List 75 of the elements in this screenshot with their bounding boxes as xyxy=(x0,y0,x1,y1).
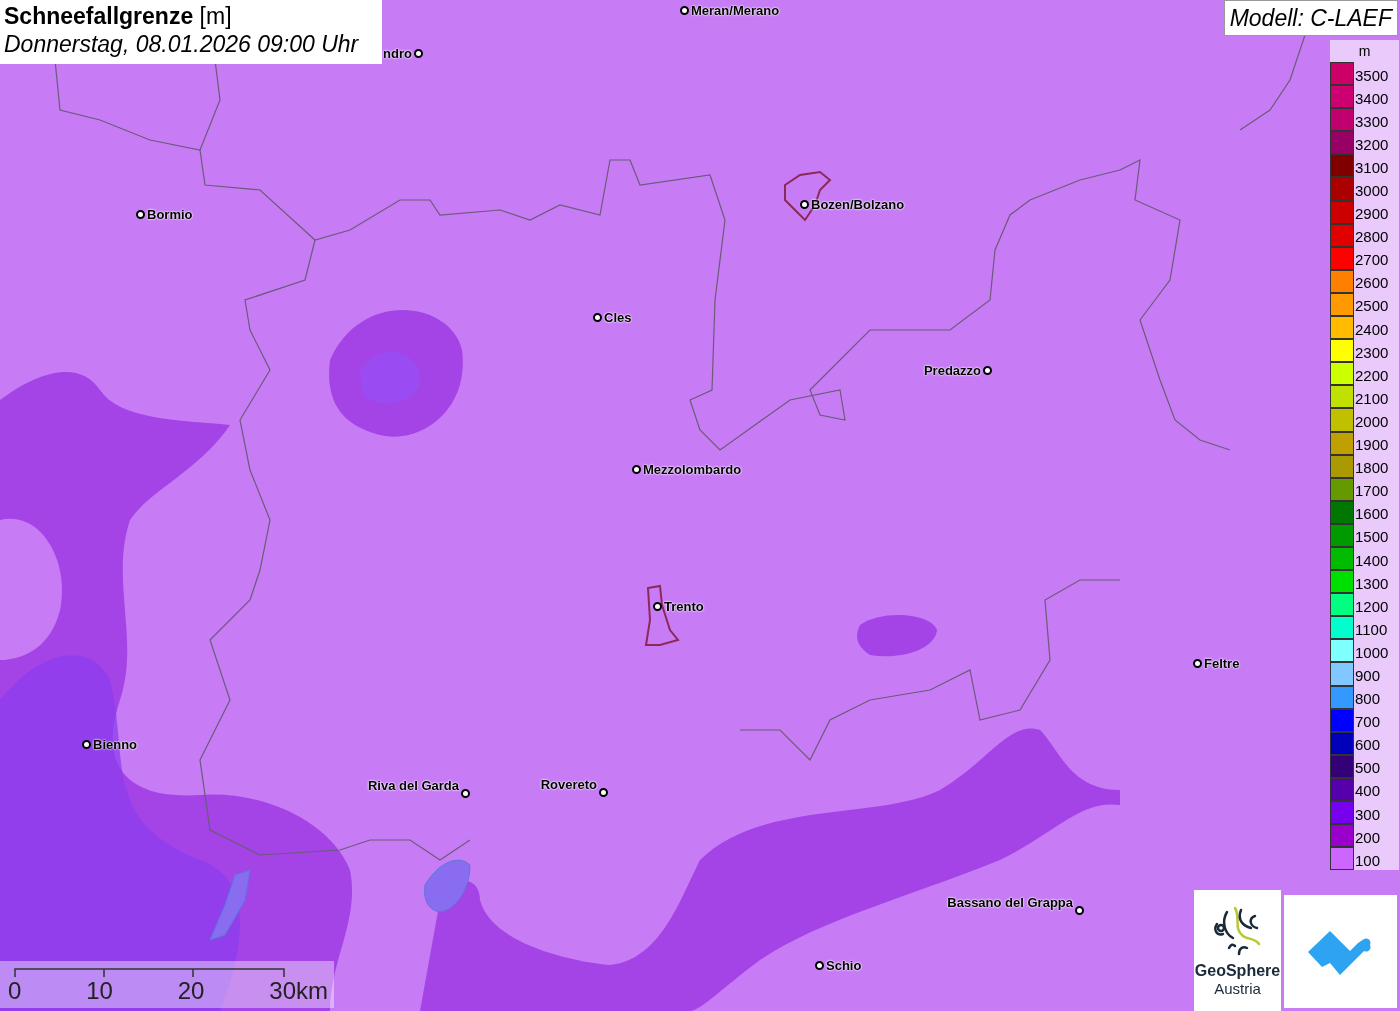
city-marker xyxy=(82,740,91,749)
legend-label: 3000 xyxy=(1354,182,1389,200)
legend-label: 2800 xyxy=(1354,228,1389,247)
city-label: Feltre xyxy=(1204,656,1240,671)
legend-label: 900 xyxy=(1354,667,1381,685)
city-label: Rovereto xyxy=(540,777,597,792)
legend-label: 2300 xyxy=(1354,343,1389,362)
city-marker xyxy=(599,788,608,797)
legend-label: 600 xyxy=(1354,736,1381,755)
legend-label: 500 xyxy=(1354,759,1381,778)
legend-label: 3200 xyxy=(1354,135,1389,154)
city-marker xyxy=(1075,906,1084,915)
city-marker xyxy=(136,210,145,219)
legend-label: 2700 xyxy=(1354,251,1389,270)
legend-unit: m xyxy=(1358,42,1371,61)
legend-label: 2600 xyxy=(1354,274,1389,293)
city-label: Cles xyxy=(604,310,632,325)
logo-name: GeoSphere xyxy=(1194,962,1281,980)
legend-label: 3500 xyxy=(1354,66,1389,85)
scale-label: 20 xyxy=(177,977,205,1005)
city-label: Riva del Garda xyxy=(367,778,459,793)
legend-label: 2000 xyxy=(1354,412,1389,431)
city-label: Bassano del Grappa xyxy=(947,895,1073,910)
legend-label: 800 xyxy=(1354,690,1381,709)
city-marker xyxy=(461,789,470,798)
city-label: Mezzolombardo xyxy=(643,462,742,477)
legend-label: 100 xyxy=(1354,851,1381,870)
model-label: Modell: C-LAEF xyxy=(1223,0,1398,36)
city-marker xyxy=(800,200,809,209)
legend-label: 2500 xyxy=(1354,297,1389,316)
legend-label: 1600 xyxy=(1354,505,1389,524)
city-label: Predazzo xyxy=(923,363,981,378)
city-marker xyxy=(653,602,662,611)
city-marker xyxy=(680,6,689,15)
legend-label: 2200 xyxy=(1354,366,1389,385)
legend-label: 3100 xyxy=(1354,158,1389,177)
city-marker xyxy=(414,49,423,58)
legend-label: 1200 xyxy=(1354,597,1389,616)
legend-label: 200 xyxy=(1354,828,1381,847)
legend-label: 1100 xyxy=(1354,620,1388,639)
legend-label: 2400 xyxy=(1354,320,1389,339)
legend-label: 2100 xyxy=(1354,389,1389,408)
city-label: Bienno xyxy=(93,737,138,752)
city-label: Trento xyxy=(664,599,704,614)
legend-label: 700 xyxy=(1354,713,1381,732)
legend-label: 400 xyxy=(1354,782,1381,801)
city-label: ndro xyxy=(383,46,412,61)
map-title: Schneefallgrenze [m] xyxy=(4,2,233,30)
scale-label: 10 xyxy=(86,977,113,1005)
legend-label: 1700 xyxy=(1354,482,1389,501)
city-marker xyxy=(983,366,992,375)
legend-label: 300 xyxy=(1354,805,1381,824)
city-marker xyxy=(815,961,824,970)
scale-label: 30km xyxy=(269,977,328,1005)
city-label: Schio xyxy=(826,958,862,973)
legend-label: 2900 xyxy=(1354,205,1389,224)
legend-label: 1800 xyxy=(1354,459,1389,478)
scale-label: 0 xyxy=(8,977,22,1005)
legend-label: 1000 xyxy=(1354,643,1389,662)
city-marker xyxy=(1193,659,1202,668)
legend-label: 3300 xyxy=(1354,112,1389,131)
lake xyxy=(424,859,471,913)
legend-label: 1300 xyxy=(1354,574,1389,593)
city-marker xyxy=(593,313,602,322)
legend-label: 1500 xyxy=(1354,528,1389,547)
city-label: Bormio xyxy=(147,207,193,222)
city-marker xyxy=(632,465,641,474)
logo-subtitle: Austria xyxy=(1214,980,1261,998)
lake xyxy=(209,869,251,941)
map[interactable] xyxy=(0,0,1400,1011)
forecast-datetime: Donnerstag, 08.01.2026 09:00 Uhr xyxy=(4,30,360,58)
legend-label: 1400 xyxy=(1354,551,1389,570)
legend-label: 3400 xyxy=(1354,89,1389,108)
city-label: Meran/Merano xyxy=(691,3,780,18)
legend-label: 1900 xyxy=(1354,436,1389,455)
